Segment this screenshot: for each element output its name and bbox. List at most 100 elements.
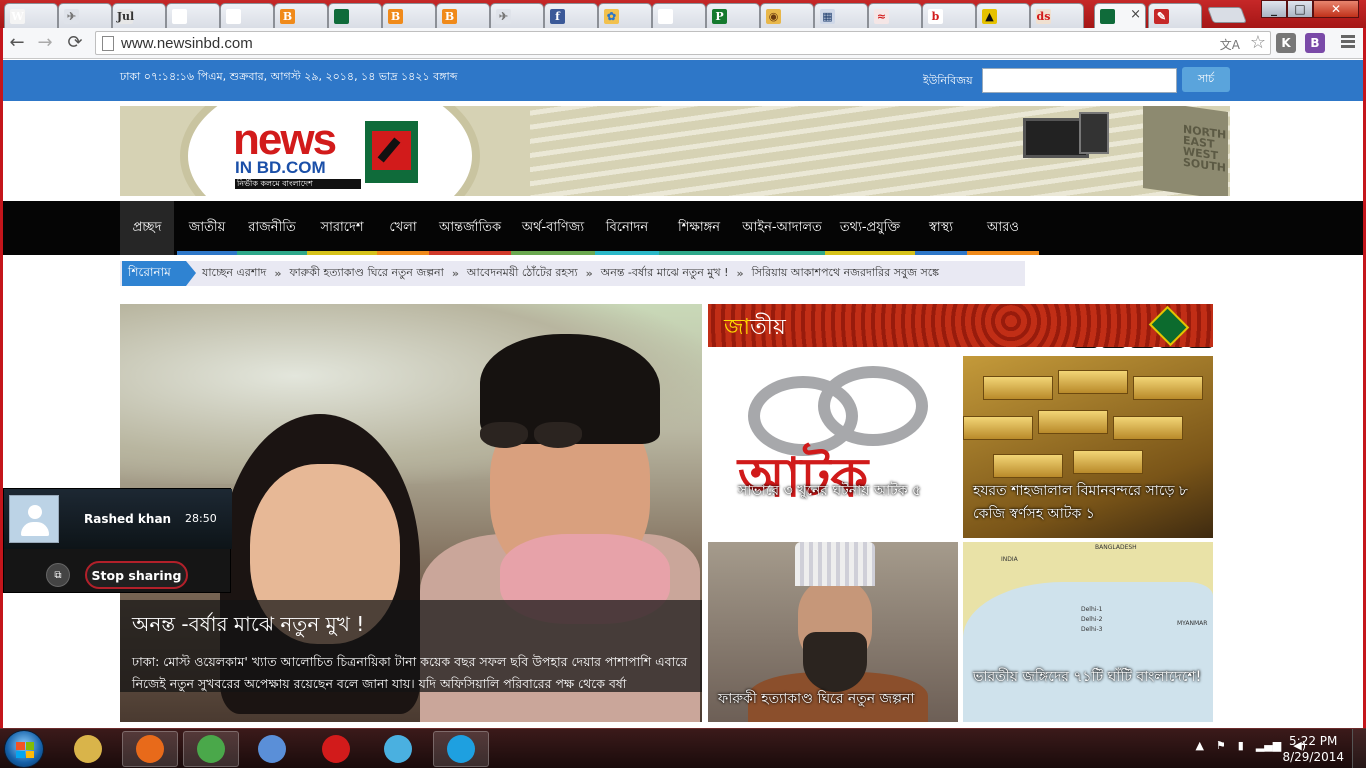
browser-tab[interactable]: P <box>706 3 760 28</box>
nav-label: খেলা <box>389 219 417 235</box>
minimize-button[interactable]: _ <box>1261 0 1287 18</box>
skype-taskbar-button[interactable] <box>433 731 489 767</box>
browser-tab[interactable]: f <box>544 3 598 28</box>
nav-item[interactable]: তথ্য-প্রযুক্তি <box>825 201 915 255</box>
b-icon: b <box>928 8 943 24</box>
show-desktop-button[interactable] <box>1352 729 1366 768</box>
nav-item[interactable]: শিক্ষাঙ্গন <box>659 201 739 255</box>
vpn-icon <box>384 735 412 763</box>
browser-tab[interactable]: ◉ <box>760 3 814 28</box>
lead-caption[interactable]: অনন্ত -বর্ষার মাঝে নতুন মুখ ! ঢাকা: মোস্… <box>120 600 702 692</box>
browser-tab[interactable]: W <box>4 3 58 28</box>
airplane-icon: ✈ <box>64 8 79 24</box>
news-card-arrest[interactable]: আটক সাভারে ৩ খুনের ঘটনায় আটক ৫ <box>708 356 958 538</box>
explorer-taskbar-button[interactable] <box>60 731 116 767</box>
clock[interactable]: 5:22 PM 8/29/2014 <box>1282 733 1344 765</box>
browser-tab[interactable]: Jul <box>112 3 166 28</box>
date-line: ঢাকা ০৭:১৪:১৬ পিএম, শুক্রবার, আগস্ট ২৯, … <box>120 70 458 83</box>
opera-taskbar-button[interactable] <box>308 731 364 767</box>
address-bar[interactable]: www.newsinbd.com 文A ☆ <box>95 31 1271 55</box>
nav-item[interactable]: আরও <box>967 201 1039 255</box>
b-extension-icon[interactable]: B <box>1305 33 1325 53</box>
browser-tab[interactable]: B <box>436 3 490 28</box>
card-caption[interactable]: ফারুকী হত্যাকাণ্ড ঘিরে নতুন জল্পনা <box>718 688 914 711</box>
browser-tab[interactable]: × <box>1094 3 1146 28</box>
news-card-map[interactable]: INDIA BANGLADESH MYANMAR Delhi-1 Delhi-2… <box>963 542 1213 722</box>
pdf-icon: ✎ <box>1154 8 1169 24</box>
chrome-taskbar-button[interactable] <box>183 731 239 767</box>
browser-tab[interactable]: ✈ <box>490 3 544 28</box>
browser-tab[interactable]: B <box>274 3 328 28</box>
browser-tab[interactable]: ▲ <box>976 3 1030 28</box>
news-card-gold[interactable]: হযরত শাহজালাল বিমানবন্দরে সাড়ে ৮ কেজি স… <box>963 356 1213 538</box>
search-input[interactable] <box>982 68 1177 93</box>
media-player-taskbar-button[interactable] <box>244 731 300 767</box>
browser-tab[interactable] <box>652 3 706 28</box>
maximize-button[interactable]: □ <box>1287 0 1313 18</box>
lead-headline[interactable]: অনন্ত -বর্ষার মাঝে নতুন মুখ ! <box>132 610 690 643</box>
media-player-icon <box>258 735 286 763</box>
nav-item[interactable]: সারাদেশ <box>307 201 377 255</box>
chrome-menu-icon[interactable] <box>1341 35 1355 50</box>
ticker-item[interactable]: আবেদনময়ী ঠোঁটের রহস্য <box>467 264 578 283</box>
ticker-item[interactable]: ফারুকী হত্যাকাণ্ড ঘিরে নতুন জল্পনা <box>289 264 443 283</box>
show-hidden-icons-icon[interactable]: ▲ <box>1195 739 1203 752</box>
forward-button[interactable]: → <box>34 33 56 53</box>
nav-item[interactable]: আন্তর্জাতিক <box>429 201 511 255</box>
browser-tab[interactable] <box>220 3 274 28</box>
devices-image <box>1013 108 1123 166</box>
browser-tab[interactable] <box>328 3 382 28</box>
firefox-taskbar-button[interactable] <box>122 731 178 767</box>
start-button[interactable] <box>4 730 44 768</box>
ticker-item[interactable]: অনন্ত -বর্ষার মাঝে নতুন মুখ ! <box>601 264 729 283</box>
reload-button[interactable]: ⟳ <box>64 33 86 53</box>
nav-underline <box>825 251 915 255</box>
ticker-separator: » <box>585 267 593 280</box>
browser-tab[interactable]: ▦ <box>814 3 868 28</box>
card-caption[interactable]: সাভারে ৩ খুনের ঘটনায় আটক ৫ <box>738 480 921 503</box>
back-button[interactable]: ← <box>6 33 28 53</box>
stop-sharing-button[interactable]: Stop sharing <box>85 561 188 589</box>
nav-item[interactable]: রাজনীতি <box>237 201 307 255</box>
ticker-item[interactable]: যাচ্ছেন এরশাদ <box>202 264 266 283</box>
search-button[interactable]: সার্চ <box>1182 67 1230 92</box>
nav-item[interactable]: বিনোদন <box>595 201 659 255</box>
browser-tab[interactable] <box>166 3 220 28</box>
firefox-icon <box>136 735 164 763</box>
browser-tab[interactable]: ✿ <box>598 3 652 28</box>
close-window-button[interactable]: ✕ <box>1313 0 1359 18</box>
site-banner[interactable]: news IN BD.COM নির্ভীক কলমে বাংলাদেশ NOR… <box>120 106 1230 196</box>
section-header-national[interactable]: জাতীয় <box>708 304 1213 347</box>
translate-icon[interactable]: 文A <box>1220 36 1240 53</box>
screen-share-icon[interactable]: ⧉ <box>46 563 70 587</box>
browser-tab[interactable]: ✈ <box>58 3 112 28</box>
device-icon[interactable]: ▮ <box>1238 739 1244 752</box>
flag-icon[interactable]: ⚑ <box>1216 739 1226 752</box>
browser-tab[interactable]: b <box>922 3 976 28</box>
ticker-item[interactable]: সিরিয়ায় আকাশপথে নজরদারির সবুজ সঙ্কে <box>752 264 939 283</box>
close-tab-icon[interactable]: × <box>1130 7 1141 22</box>
browser-tab[interactable]: ds <box>1030 3 1084 28</box>
compass-badge: NORTH EAST WEST SOUTH <box>1143 106 1228 196</box>
k-extension-icon[interactable]: K <box>1276 33 1296 53</box>
browser-tab[interactable]: ≈ <box>868 3 922 28</box>
nav-label: বিনোদন <box>605 219 649 235</box>
new-tab-button[interactable] <box>1207 7 1247 23</box>
nav-item[interactable]: স্বাস্থ্য <box>915 201 967 255</box>
nav-item[interactable]: জাতীয় <box>177 201 237 255</box>
browser-tab[interactable]: ✎ <box>1148 3 1202 28</box>
nav-item[interactable]: খেলা <box>377 201 429 255</box>
bookmark-star-icon[interactable]: ☆ <box>1250 32 1266 53</box>
url-text[interactable]: www.newsinbd.com <box>121 35 253 52</box>
browser-tab[interactable]: B <box>382 3 436 28</box>
nav-item[interactable]: অর্থ-বাণিজ্য <box>511 201 595 255</box>
network-icon[interactable]: ▂▄▆ <box>1256 739 1281 752</box>
logo-text: news <box>233 115 337 164</box>
facebook-icon: f <box>550 8 565 24</box>
vpn-taskbar-button[interactable] <box>370 731 426 767</box>
card-caption[interactable]: ভারতীয় জঙ্গিদের ৭১টি ঘাঁটি বাংলাদেশে! <box>973 666 1201 689</box>
news-card-faruki[interactable]: ফারুকী হত্যাকাণ্ড ঘিরে নতুন জল্পনা <box>708 542 958 722</box>
nav-item[interactable]: আইন-আদালত <box>739 201 825 255</box>
nav-item[interactable]: প্রচ্ছদ <box>120 201 174 255</box>
card-caption[interactable]: হযরত শাহজালাল বিমানবন্দরে সাড়ে ৮ কেজি স… <box>973 480 1213 526</box>
